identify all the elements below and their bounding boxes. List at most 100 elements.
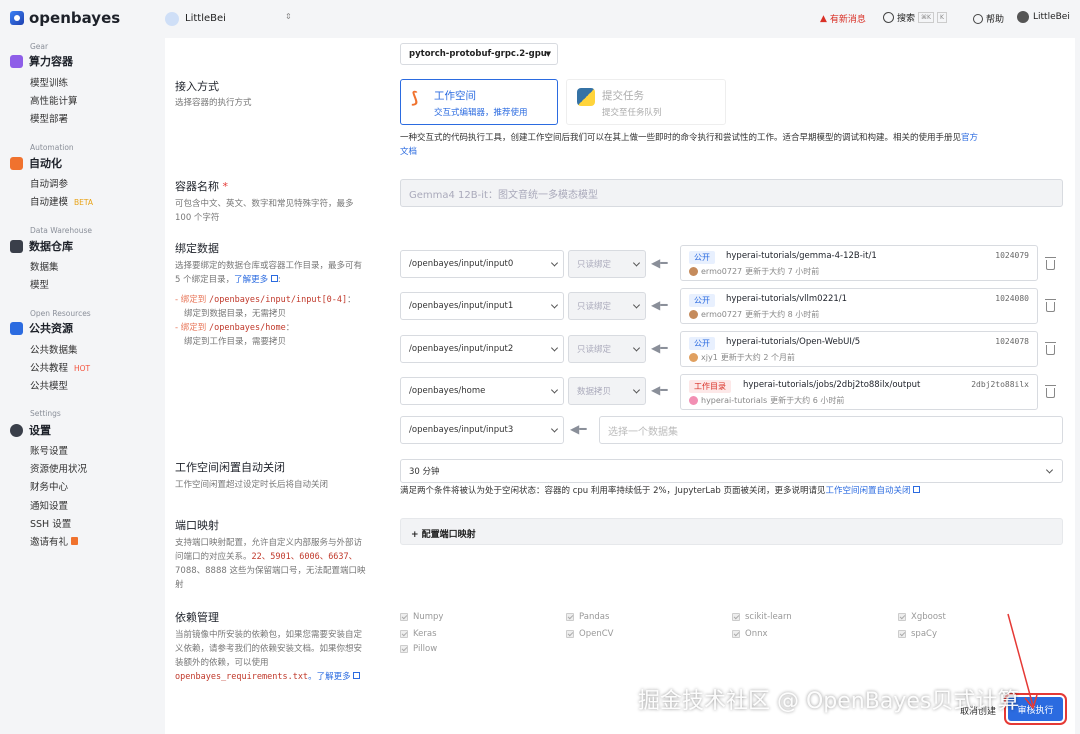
access-option-workspace[interactable]: ⟆ 工作空间 交互式编辑器，推荐使用 <box>400 79 558 125</box>
nav-item-account[interactable]: 账号设置 <box>30 443 68 457</box>
chevron-down-icon <box>550 386 559 394</box>
dep-checkbox[interactable]: Pillow <box>400 644 437 654</box>
dep-checkbox[interactable]: Xgboost <box>898 612 946 622</box>
container-name-input[interactable]: Gemma4 12B-it：图文音统一多模态模型 <box>400 179 1063 207</box>
checkbox-icon <box>898 613 906 621</box>
bind-mode-select[interactable]: 只读绑定 <box>568 335 646 363</box>
nav-item-ssh[interactable]: SSH 设置 <box>30 516 71 530</box>
nav-item-model-training[interactable]: 模型训练 <box>30 75 68 89</box>
bind-path-select[interactable]: /openbayes/input/input2 <box>400 335 564 363</box>
trash-icon[interactable] <box>1045 299 1056 312</box>
brand-logo[interactable]: openbayes <box>10 9 120 27</box>
chevron-down-icon <box>632 386 641 394</box>
checkbox-icon <box>732 613 740 621</box>
bind-path-select[interactable]: /openbayes/input/input0 <box>400 250 564 278</box>
dep-checkbox[interactable]: Onnx <box>732 629 768 639</box>
docs-link-2[interactable]: 文档 <box>400 147 417 157</box>
nav-item-model-deploy[interactable]: 模型部署 <box>30 111 68 125</box>
trash-icon[interactable] <box>1045 257 1056 270</box>
nav-group-settings[interactable]: 设置 <box>10 422 51 438</box>
help-icon <box>973 13 983 24</box>
bind-mode-select[interactable]: 只读绑定 <box>568 250 646 278</box>
external-link-icon <box>913 486 921 493</box>
chevron-down-icon <box>1045 466 1054 474</box>
dep-checkbox[interactable]: scikit-learn <box>732 612 792 622</box>
kbd-cmd: ⌘K <box>918 12 934 23</box>
public-tag: 公开 <box>689 294 715 307</box>
nav-item-datasets[interactable]: 数据集 <box>30 259 59 273</box>
nav-item-public-tutorials[interactable]: 公共教程 HOT <box>30 360 90 374</box>
bell-icon: ▲ <box>820 13 827 24</box>
arrow-left-icon: ◀━ <box>651 256 668 270</box>
dep-checkbox[interactable]: OpenCV <box>566 629 613 639</box>
bind-path-select[interactable]: /openbayes/input/input1 <box>400 292 564 320</box>
dataset-search-input[interactable]: 选择一个数据集 <box>599 416 1063 444</box>
deps-learn-more-link[interactable]: 。了解更多 <box>308 672 351 682</box>
dataset-id: 1024078 <box>995 337 1029 346</box>
user-menu[interactable]: LittleBei <box>1017 11 1070 23</box>
bind-path-select[interactable]: /openbayes/input/input3 <box>400 416 564 444</box>
gear-icon <box>10 423 23 437</box>
dep-checkbox[interactable]: Pandas <box>566 612 609 622</box>
workspace-switch-icon[interactable]: ⇕ <box>285 12 292 21</box>
nav-item-auto-model[interactable]: 自动建模 BETA <box>30 194 93 208</box>
cube-icon <box>10 54 23 68</box>
idle-doc-link[interactable]: 工作空间闲置自动关闭 <box>825 486 910 496</box>
image-select[interactable]: pytorch-protobuf-grpc.2-gpu ▼ <box>400 43 558 65</box>
bind-path-select[interactable]: /openbayes/home <box>400 377 564 405</box>
dataset-card[interactable]: 工作目录 hyperai-tutorials/jobs/2dbj2to88ilx… <box>680 374 1038 410</box>
dataset-card[interactable]: 公开 hyperai-tutorials/gemma-4-12B-it/1 10… <box>680 245 1038 281</box>
bind-mode-select[interactable]: 数据拷贝 <box>568 377 646 405</box>
access-option-task[interactable]: 提交任务 提交至任务队列 <box>566 79 726 125</box>
nav-item-public-datasets[interactable]: 公共数据集 <box>30 342 78 356</box>
external-link-icon <box>353 672 361 679</box>
ports-title: 端口映射 <box>175 519 219 532</box>
trash-icon[interactable] <box>1045 342 1056 355</box>
access-workspace-sub: 交互式编辑器，推荐使用 <box>434 108 528 118</box>
nav-item-auto-tune[interactable]: 自动调参 <box>30 176 68 190</box>
workspace-avatar <box>165 12 179 26</box>
dep-checkbox[interactable]: Numpy <box>400 612 443 622</box>
nav-group-data[interactable]: 数据仓库 <box>10 238 73 254</box>
idle-title: 工作空间闲置自动关闭 <box>175 461 285 474</box>
nav-item-hpc[interactable]: 高性能计算 <box>30 93 78 107</box>
dep-checkbox[interactable]: Keras <box>400 629 437 639</box>
bind-learn-more-link[interactable]: 了解更多 <box>234 275 268 285</box>
access-workspace-title: 工作空间 <box>434 90 476 102</box>
docs-link-1[interactable]: 官方 <box>961 133 978 143</box>
add-port-mapping-button[interactable]: + 配置端口映射 <box>400 518 1063 545</box>
search-button[interactable]: 搜索 ⌘K K <box>883 11 947 24</box>
trash-icon[interactable] <box>1045 385 1056 398</box>
bind-mode-select[interactable]: 只读绑定 <box>568 292 646 320</box>
dataset-name: hyperai-tutorials/vllm0221/1 <box>726 294 848 304</box>
nav-group-public[interactable]: 公共资源 <box>10 320 73 336</box>
dataset-card[interactable]: 公开 hyperai-tutorials/Open-WebUI/5 102407… <box>680 331 1038 367</box>
dep-checkbox[interactable]: spaCy <box>898 629 937 639</box>
dataset-name: hyperai-tutorials/Open-WebUI/5 <box>726 337 861 347</box>
checkbox-icon <box>566 630 574 638</box>
nav-item-models[interactable]: 模型 <box>30 277 49 291</box>
nav-item-finance[interactable]: 财务中心 <box>30 479 68 493</box>
sidebar: openbayes Gear 算力容器 模型训练 高性能计算 模型部署 Auto… <box>0 0 165 734</box>
nav-item-invite[interactable]: 邀请有礼 <box>30 534 79 548</box>
nav-item-usage[interactable]: 资源使用状况 <box>30 461 87 475</box>
workspace-name[interactable]: LittleBei <box>185 13 226 24</box>
notice-link[interactable]: ▲ 有新消息 <box>820 12 866 26</box>
dataset-card[interactable]: 公开 hyperai-tutorials/vllm0221/1 1024080 … <box>680 288 1038 324</box>
chevron-down-icon <box>550 259 559 267</box>
topbar: LittleBei ⇕ ▲ 有新消息 搜索 ⌘K K 帮助 LittleBei <box>165 0 1080 38</box>
idle-timeout-select[interactable]: 30 分钟 <box>400 459 1063 483</box>
openbayes-logo-icon <box>10 11 24 25</box>
help-link[interactable]: 帮助 <box>973 12 1004 25</box>
group-label-settings: Settings <box>30 409 61 418</box>
nav-group-compute[interactable]: 算力容器 <box>10 53 73 69</box>
nav-item-public-models[interactable]: 公共模型 <box>30 378 68 392</box>
group-label-data-warehouse: Data Warehouse <box>30 226 92 235</box>
hot-badge: HOT <box>74 364 91 373</box>
group-label-automation: Automation <box>30 143 74 152</box>
nav-item-notifications[interactable]: 通知设置 <box>30 498 68 512</box>
beta-badge: BETA <box>74 198 94 207</box>
arrow-left-icon: ◀━ <box>651 341 668 355</box>
nav-group-automation[interactable]: 自动化 <box>10 155 62 171</box>
checkbox-icon <box>898 630 906 638</box>
